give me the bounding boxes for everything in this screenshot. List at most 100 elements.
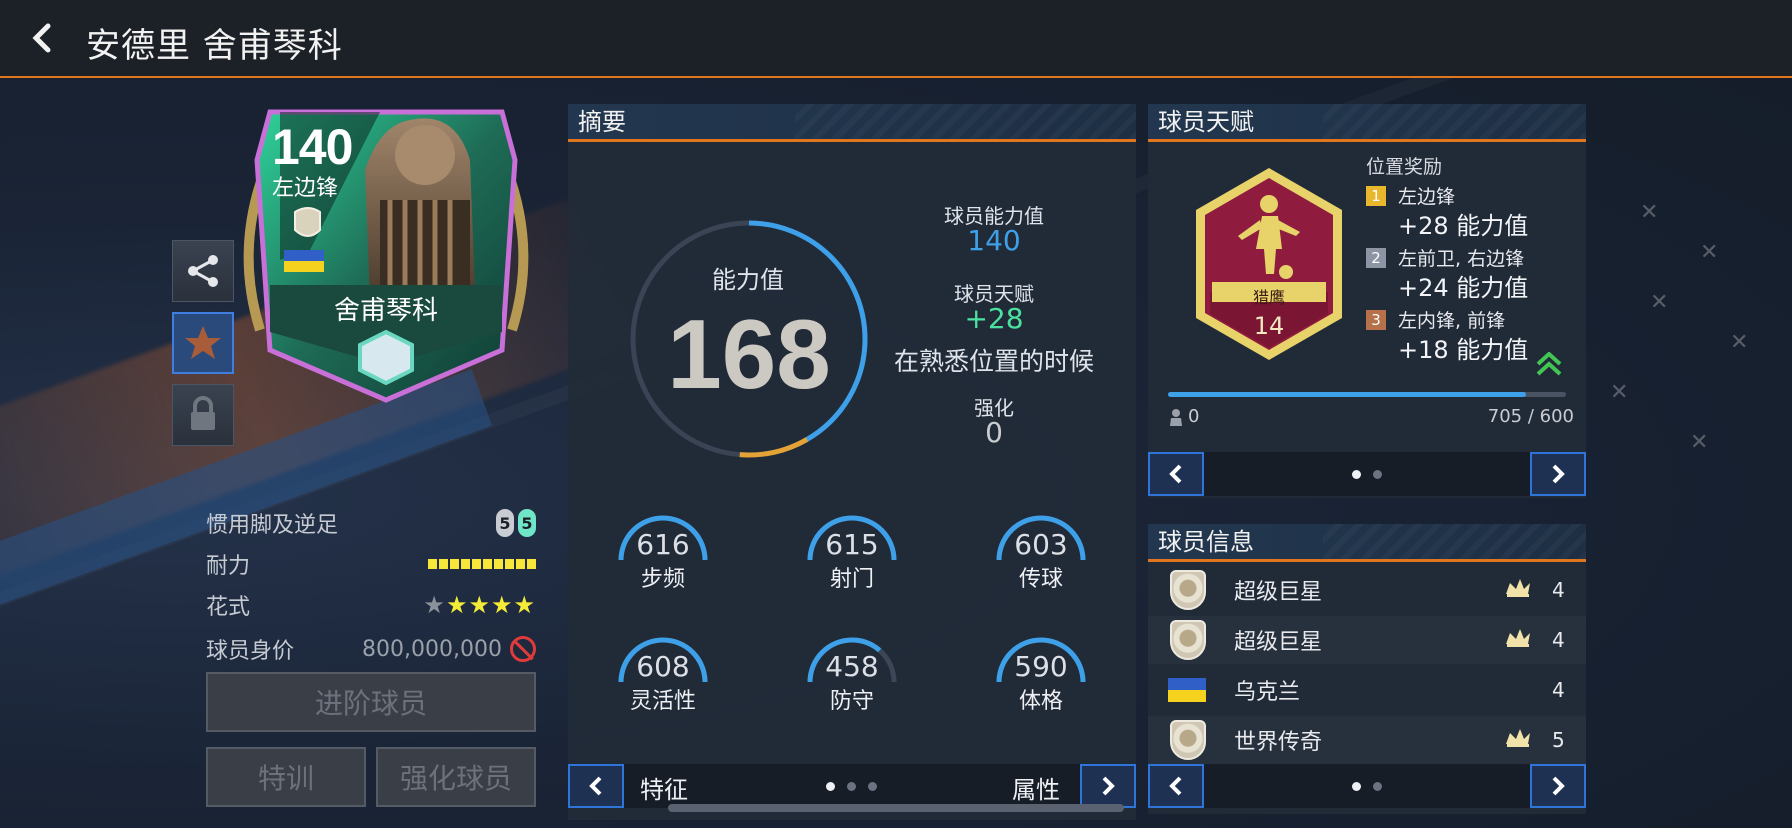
- stamina-bar: [428, 559, 536, 569]
- horizontal-scrollbar[interactable]: [668, 804, 1124, 812]
- bonus-value: +28 能力值: [1398, 212, 1529, 240]
- player-rating-value: 140: [967, 224, 1021, 257]
- lock-icon: [191, 396, 215, 430]
- share-icon: [188, 255, 218, 287]
- chevron-left-icon: [1169, 776, 1182, 796]
- bonus-rank: 1: [1366, 186, 1386, 206]
- summary-next-button[interactable]: [1080, 764, 1136, 808]
- talent-nav: [1148, 452, 1586, 496]
- info-count: 4: [1552, 578, 1565, 602]
- page-dot: [1352, 470, 1361, 479]
- decor-cross: ✕: [1650, 290, 1669, 315]
- info-label: 超级巨星: [1234, 580, 1323, 605]
- summary-prev-button[interactable]: [568, 764, 624, 808]
- page-dot: [1352, 782, 1361, 791]
- back-button[interactable]: [22, 18, 62, 58]
- summary-nav-left-label: 特征: [640, 776, 688, 804]
- decor-cross: ✕: [1610, 380, 1629, 405]
- price-label: 球员身价: [206, 639, 295, 664]
- info-label: 世界传奇: [1234, 730, 1323, 755]
- favorite-button[interactable]: [172, 312, 234, 374]
- stat-item: 458 防守: [797, 636, 907, 715]
- chevron-right-icon: [1552, 776, 1565, 796]
- talent-prev-button[interactable]: [1148, 452, 1204, 496]
- ovr-value: 168: [667, 299, 831, 409]
- info-row[interactable]: 世界传奇 5: [1148, 716, 1586, 764]
- page-dot: [847, 782, 856, 791]
- info-panel-title: 球员信息: [1148, 524, 1586, 562]
- talent-value: +28: [964, 302, 1024, 335]
- bonus-value: +24 能力值: [1398, 274, 1529, 302]
- summary-nav: 特征 属性: [568, 764, 1136, 808]
- info-nav: [1148, 764, 1586, 808]
- summary-panel-title: 摘要: [568, 104, 1136, 142]
- talent-next-button[interactable]: [1530, 452, 1586, 496]
- talent-note: 在熟悉位置的时候: [893, 347, 1094, 376]
- chevron-left-icon: [1169, 464, 1182, 484]
- advance-player-button[interactable]: 进阶球员: [206, 672, 536, 732]
- stat-item: 608 灵活性: [608, 636, 718, 715]
- position-bonus-item: 2 左前卫, 右边锋 +24 能力值: [1366, 246, 1566, 302]
- flag-icon: [1168, 678, 1206, 702]
- info-row[interactable]: 超级巨星 4: [1148, 616, 1586, 664]
- bonus-value: +18 能力值: [1398, 336, 1529, 364]
- summary-nav-right-label: 属性: [1012, 776, 1060, 804]
- info-next-button[interactable]: [1530, 764, 1586, 808]
- stat-item: 590 体格: [986, 636, 1096, 715]
- icon-badge: [1170, 720, 1206, 760]
- stat-value: 603: [1014, 528, 1068, 561]
- talent-page-dots: [1352, 470, 1382, 479]
- talent-progress-track: [1168, 392, 1566, 397]
- skill-label: 花式: [206, 595, 251, 620]
- star-icon: ★: [423, 591, 446, 619]
- share-button[interactable]: [172, 240, 234, 302]
- talent-progress-left: 0: [1168, 406, 1199, 427]
- stat-label: 防守: [829, 689, 874, 714]
- bonus-rank: 2: [1366, 248, 1386, 268]
- training-button[interactable]: 特训: [206, 747, 366, 807]
- talent-panel-title: 球员天赋: [1148, 104, 1586, 142]
- top-bar: 安德里 舍甫琴科: [0, 0, 1792, 78]
- player-card[interactable]: 140 左边锋 舍甫琴科: [240, 100, 532, 420]
- info-row[interactable]: 乌克兰 4: [1148, 666, 1586, 714]
- lock-button[interactable]: [172, 384, 234, 446]
- info-prev-button[interactable]: [1148, 764, 1204, 808]
- talent-badge-level: 14: [1253, 312, 1285, 340]
- stat-value: 458: [825, 650, 879, 683]
- stat-value: 615: [825, 528, 879, 561]
- foot-row: 惯用脚及逆足 5 5: [206, 508, 536, 538]
- stat-label: 体格: [1018, 689, 1063, 714]
- chevron-right-icon: [1552, 464, 1565, 484]
- stat-label: 灵活性: [629, 689, 696, 714]
- stat-value: 590: [1014, 650, 1068, 683]
- skill-row: 花式 ★★★★★: [206, 590, 536, 620]
- crown-icon: [1502, 728, 1534, 752]
- page-dot: [1373, 782, 1382, 791]
- page-title: 安德里 舍甫琴科: [86, 26, 343, 66]
- stat-label: 传球: [1018, 567, 1063, 592]
- stat-item: 603 传球: [986, 514, 1096, 593]
- page-dot: [826, 782, 835, 791]
- info-count: 4: [1552, 678, 1565, 702]
- stat-item: 615 射门: [797, 514, 907, 593]
- chevron-left-icon: [32, 23, 51, 53]
- skill-stars: ★★★★★: [423, 591, 536, 619]
- stat-label: 步频: [640, 567, 685, 592]
- ovr-label: 能力值: [712, 266, 784, 294]
- price-row: 球员身价 800,000,000: [206, 634, 536, 664]
- stat-item: 616 步频: [608, 514, 718, 593]
- card-position: 左边锋: [272, 176, 339, 201]
- page-dot: [868, 782, 877, 791]
- icon-badge: [1170, 620, 1206, 660]
- info-label: 超级巨星: [1234, 630, 1323, 655]
- upgrade-player-button[interactable]: 强化球员: [376, 747, 536, 807]
- bonus-positions: 左内锋, 前锋: [1398, 310, 1506, 332]
- trainer-icon: [1170, 408, 1182, 426]
- stat-value: 608: [636, 650, 690, 683]
- star-icon: ★★★★: [445, 591, 536, 619]
- info-label: 乌克兰: [1234, 680, 1301, 705]
- decor-cross: ✕: [1640, 200, 1659, 225]
- info-row[interactable]: 超级巨星 4: [1148, 566, 1586, 614]
- foot-label: 惯用脚及逆足: [206, 513, 339, 538]
- talent-badge-name: 猎鹰: [1252, 288, 1285, 307]
